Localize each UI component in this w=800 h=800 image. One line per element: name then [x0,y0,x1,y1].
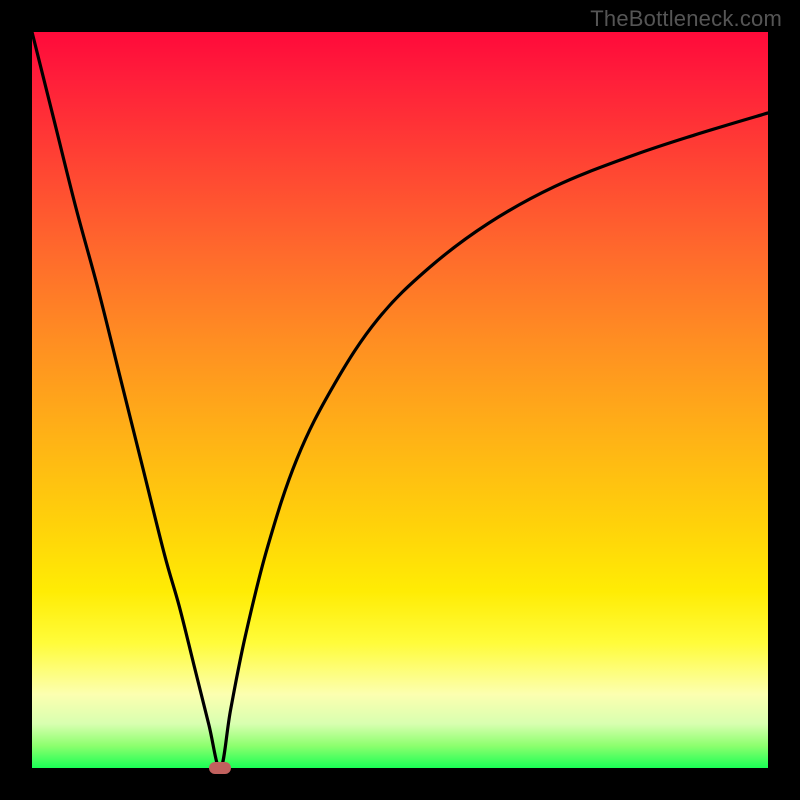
chart-frame: TheBottleneck.com [0,0,800,800]
plot-area [32,32,768,768]
bottleneck-curve [32,32,768,768]
curve-layer [32,32,768,768]
min-marker [209,762,231,774]
watermark-text: TheBottleneck.com [590,6,782,32]
